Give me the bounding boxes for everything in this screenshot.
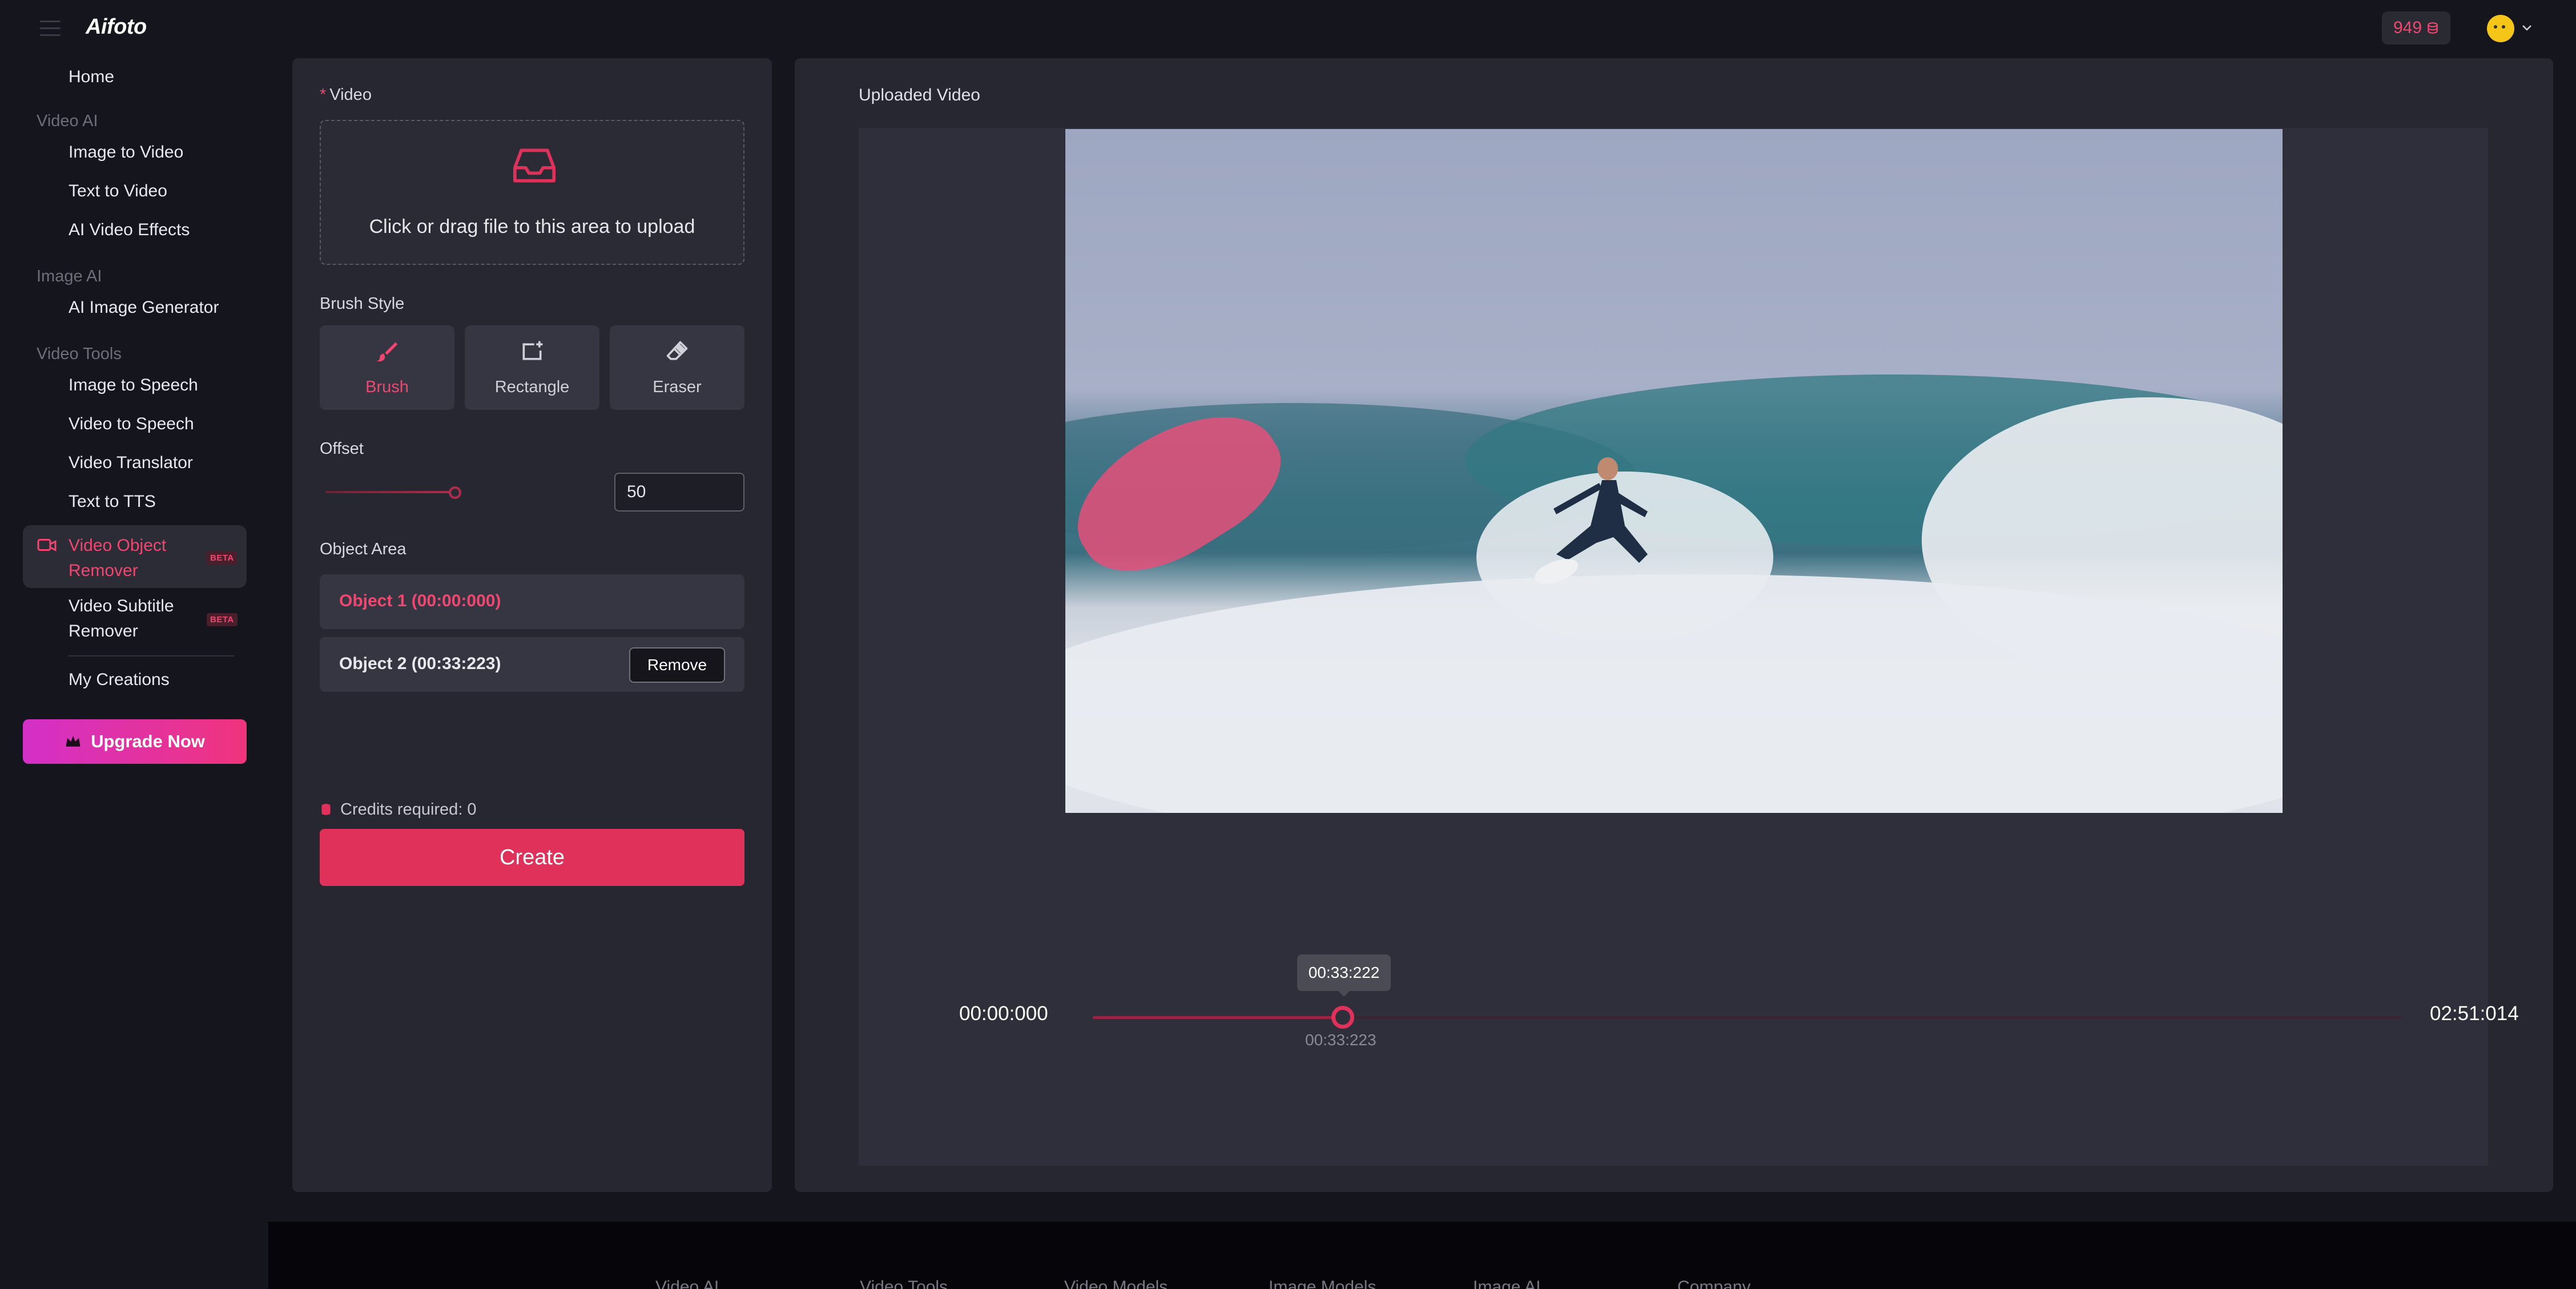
credits-badge[interactable]: 949 — [2382, 11, 2450, 45]
timeline-end-time: 02:51:014 — [2430, 1002, 2519, 1025]
sidebar-group-video-ai: Video AI — [37, 112, 98, 130]
video-remove-icon — [37, 539, 57, 551]
offset-label: Offset — [320, 440, 364, 458]
user-avatar[interactable] — [2487, 15, 2514, 42]
sidebar-item-home[interactable]: Home — [69, 67, 114, 87]
sidebar-item-my-creations[interactable]: My Creations — [69, 670, 170, 690]
preview-panel: Uploaded Video 00:00:000 00:33:222 00:33… — [795, 58, 2553, 1192]
brush-option-brush[interactable]: Brush — [320, 325, 454, 410]
menu-icon[interactable] — [40, 21, 61, 37]
beta-badge: BETA — [207, 551, 238, 565]
video-canvas[interactable]: 00:00:000 00:33:222 00:33:223 02:51:014 — [859, 128, 2519, 1166]
upgrade-label: Upgrade Now — [91, 731, 205, 751]
footer-heading[interactable]: Image Models — [1269, 1278, 1376, 1289]
preview-title: Uploaded Video — [859, 86, 980, 104]
object-area-label: Object Area — [320, 540, 406, 558]
sidebar-group-video-tools: Video Tools — [37, 345, 122, 363]
sidebar-item-video-translator[interactable]: Video Translator — [69, 453, 193, 473]
sidebar-item-video-object-remover[interactable]: Video Object Remover BETA — [23, 525, 247, 588]
credits-count: 949 — [2393, 18, 2422, 37]
coin-stack-icon — [2428, 22, 2438, 34]
upgrade-button[interactable]: Upgrade Now — [23, 719, 247, 764]
footer-heading[interactable]: Video Models — [1064, 1278, 1168, 1289]
top-bar: Aifoto 949 — [0, 0, 2576, 57]
footer: Video AI Video Tools Video Models Image … — [268, 1222, 2576, 1289]
sidebar-item-video-to-speech[interactable]: Video to Speech — [69, 414, 194, 434]
sidebar-item-ai-video-effects[interactable]: AI Video Effects — [69, 220, 190, 240]
sidebar-item-image-to-video[interactable]: Image to Video — [69, 143, 183, 162]
timeline-current-time: 00:33:223 — [1305, 1031, 1376, 1049]
footer-heading[interactable]: Company — [1677, 1278, 1750, 1289]
offset-slider-handle[interactable] — [449, 486, 461, 499]
eraser-icon — [666, 341, 688, 360]
offset-input[interactable]: 50 — [614, 473, 744, 511]
sidebar-item-label: Video Object Remover — [69, 536, 167, 580]
remove-object-button[interactable]: Remove — [629, 647, 725, 683]
create-button[interactable]: Create — [320, 829, 744, 886]
app-logo[interactable]: Aifoto — [86, 15, 147, 39]
sidebar-item-text-to-tts[interactable]: Text to TTS — [69, 492, 156, 511]
timeline-start-time: 00:00:000 — [959, 1002, 1048, 1025]
offset-slider-track[interactable] — [325, 491, 456, 493]
upload-hint: Click or drag file to this area to uploa… — [369, 216, 695, 237]
brush-icon — [376, 342, 398, 362]
brush-option-eraser[interactable]: Eraser — [610, 325, 744, 410]
sidebar-item-image-to-speech[interactable]: Image to Speech — [69, 376, 198, 395]
inbox-icon — [513, 148, 556, 183]
footer-heading[interactable]: Video Tools — [860, 1278, 948, 1289]
footer-heading[interactable]: Image AI — [1473, 1278, 1540, 1289]
sidebar-divider — [69, 655, 234, 656]
crown-icon — [66, 736, 80, 747]
video-frame[interactable] — [1065, 129, 2283, 813]
footer-heading[interactable]: Video AI — [655, 1278, 719, 1289]
sidebar-item-text-to-video[interactable]: Text to Video — [69, 182, 167, 201]
surfer-figure — [1534, 457, 1648, 584]
chevron-down-icon[interactable] — [2520, 21, 2534, 34]
beta-badge: BETA — [207, 613, 238, 626]
upload-dropzone[interactable]: Click or drag file to this area to uploa… — [320, 120, 744, 265]
sidebar-item-video-subtitle-remover[interactable]: Video Subtitle Remover — [69, 594, 206, 644]
video-label: * Video — [320, 86, 372, 104]
coin-stack-icon — [321, 803, 331, 815]
brush-option-rectangle[interactable]: Rectangle — [465, 325, 599, 410]
settings-panel: * Video Click or drag file to this area t… — [292, 58, 772, 1192]
sidebar: Home Video AI Image to Video Text to Vid… — [0, 57, 268, 1289]
object-row-1[interactable]: Object 1 (00:00:000) — [320, 574, 744, 629]
rectangle-add-icon — [522, 341, 543, 360]
credits-required: Credits required: 0 — [320, 800, 477, 819]
timeline-progress — [1093, 1016, 1342, 1019]
brush-style-label: Brush Style — [320, 295, 405, 313]
timeline-tooltip: 00:33:222 — [1297, 954, 1391, 997]
object-row-2[interactable]: Object 2 (00:33:223) Remove — [320, 637, 744, 692]
sidebar-item-ai-image-generator[interactable]: AI Image Generator — [69, 298, 219, 317]
sidebar-group-image-ai: Image AI — [37, 267, 102, 285]
timeline-scrubber[interactable] — [1331, 1006, 1354, 1029]
